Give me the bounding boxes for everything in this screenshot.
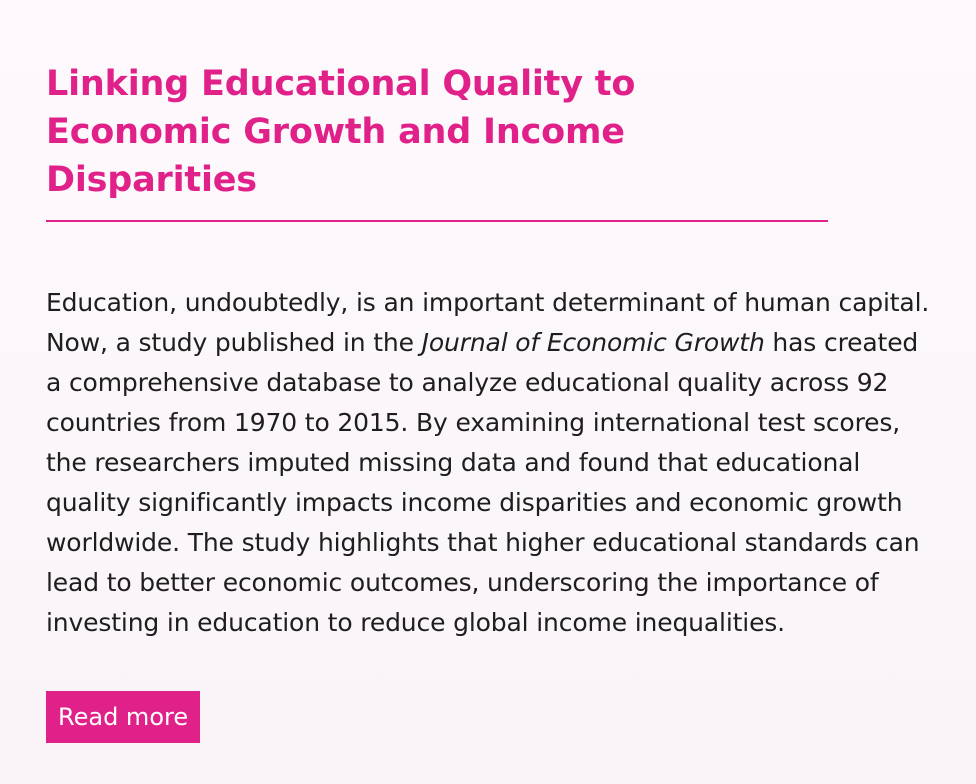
summary-text-part-2: has created a comprehensive database to …: [46, 328, 920, 637]
read-more-button[interactable]: Read more: [46, 691, 201, 743]
article-title: Linking Educational Quality to Economic …: [46, 64, 636, 200]
article-card: Linking Educational Quality to Economic …: [0, 0, 976, 784]
journal-name: Journal of Economic Growth: [421, 328, 765, 357]
title-divider: [46, 220, 828, 222]
article-summary: Education, undoubtedly, is an important …: [46, 283, 930, 643]
